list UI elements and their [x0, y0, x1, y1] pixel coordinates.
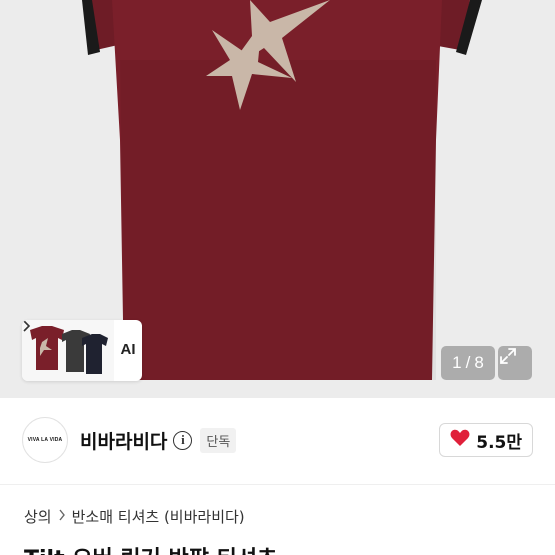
like-button[interactable]: 5.5만: [439, 423, 533, 457]
page-separator: /: [465, 353, 471, 372]
page-current: 1: [452, 353, 462, 372]
breadcrumb-item-subcategory[interactable]: 반소매 티셔츠 (비바라비다): [72, 506, 245, 527]
seller-avatar[interactable]: VIVA LA VIDA: [22, 417, 68, 463]
color-variants-thumbnail: [22, 320, 114, 381]
heart-icon: [450, 429, 470, 451]
exclusive-badge: 단독: [200, 427, 237, 453]
page-total: 8: [474, 353, 484, 372]
divider: [0, 484, 555, 485]
expand-button[interactable]: [498, 346, 532, 380]
product-image-gallery[interactable]: AI 1 / 8: [0, 0, 555, 398]
like-count: 5.5만: [476, 432, 522, 453]
seller-row: VIVA LA VIDA 비바라비다 i 단독 5.5만: [22, 417, 533, 463]
thumbnail-card[interactable]: AI: [22, 320, 142, 381]
seller-name[interactable]: 비바라비다: [80, 427, 167, 454]
image-page-counter: 1 / 8: [441, 346, 495, 380]
breadcrumb-item-category[interactable]: 상의: [24, 506, 52, 527]
breadcrumb: 상의 반소매 티셔츠 (비바라비다): [24, 506, 245, 527]
product-title: Tilt 오버 링거 반팔 티셔츠: [24, 541, 277, 555]
chevron-right-icon: [58, 509, 66, 525]
seller-logo-text: VIVA LA VIDA: [27, 437, 63, 443]
ai-label: AI: [120, 341, 136, 358]
info-icon[interactable]: i: [173, 430, 193, 450]
